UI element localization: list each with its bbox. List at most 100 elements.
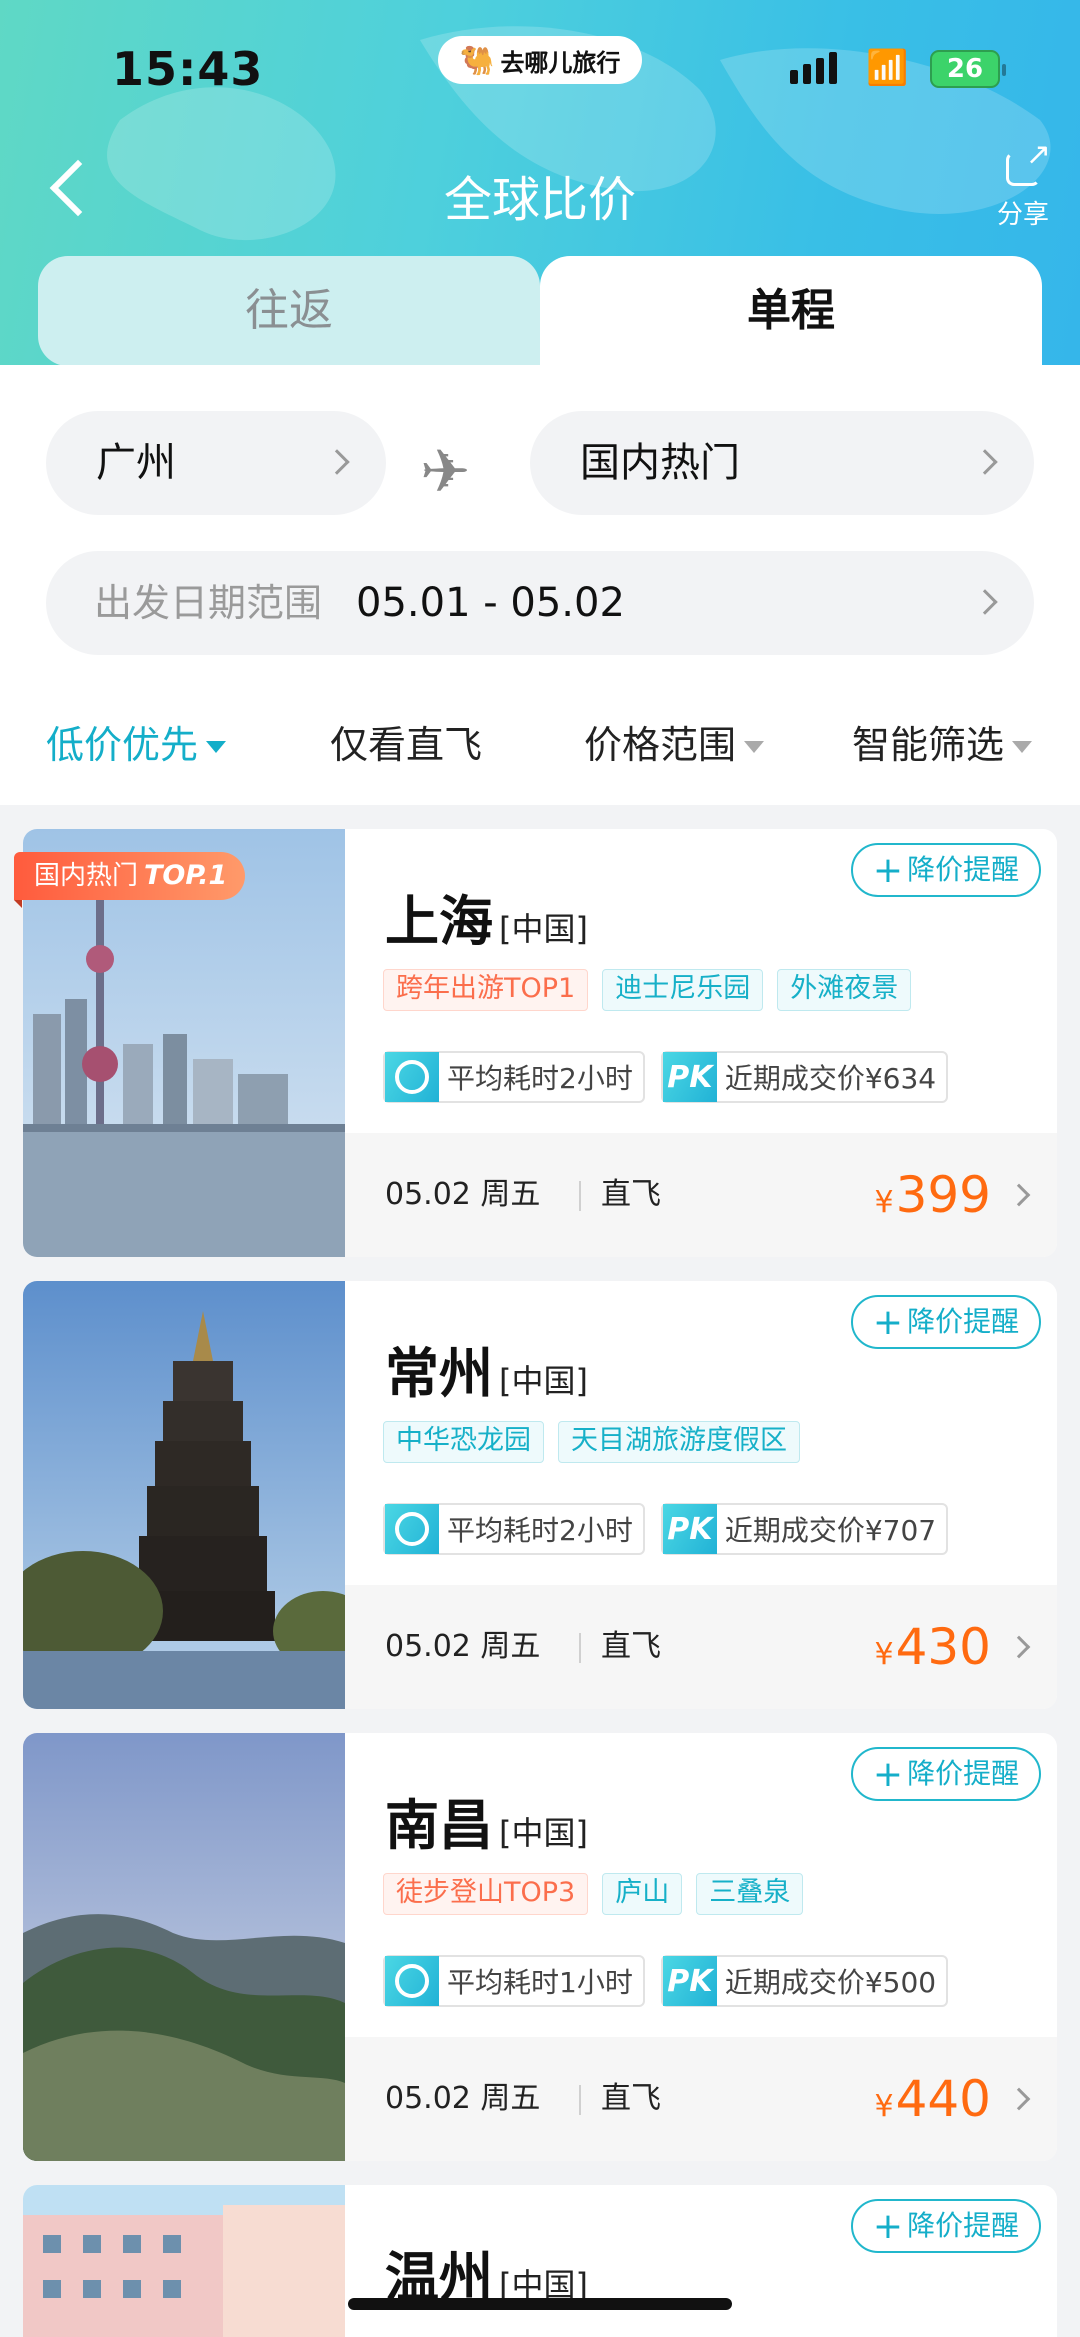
avg-duration-text: 平均耗时1小时 <box>447 1966 633 1999</box>
pk-icon: PK <box>662 1504 717 1554</box>
flight-summary[interactable]: 05.02 周五 直飞 ¥440 <box>345 2037 1057 2161</box>
share-button[interactable]: 分享 <box>990 137 1056 231</box>
tag: 中华恐龙园 <box>383 1421 544 1463</box>
chevron-right-icon <box>324 449 350 475</box>
recent-price-text: 近期成交价¥707 <box>724 1514 937 1547</box>
destination-selector[interactable]: 国内热门 <box>530 411 1034 515</box>
price-alert-button[interactable]: + 降价提醒 <box>851 1295 1041 1349</box>
tag-list: 跨年出游TOP1 迪士尼乐园 外滩夜景 <box>383 969 912 1011</box>
flight-summary[interactable]: 05.02 周五 直飞 ¥399 <box>345 1133 1057 1257</box>
cellular-signal-icon <box>790 52 837 84</box>
divider <box>579 2085 581 2115</box>
pk-icon: PK <box>662 1052 717 1102</box>
plus-icon: + <box>872 850 904 891</box>
tag: 跨年出游TOP1 <box>383 969 589 1011</box>
tag: 迪士尼乐园 <box>602 969 764 1011</box>
price-alert-button[interactable]: + 降价提醒 <box>851 843 1041 897</box>
result-info: 温州 [中国] + 降价提醒 <box>345 2185 1057 2337</box>
clock-icon <box>385 1052 439 1102</box>
page-title: 全球比价 <box>443 172 636 228</box>
plus-icon: + <box>872 1754 904 1795</box>
clock-icon <box>385 1956 439 2006</box>
flight-date: 05.02 周五 <box>385 1629 541 1664</box>
destination-photo <box>23 1733 345 2161</box>
status-bar: 15:43 🐫 去哪儿旅行 📶 26 <box>0 0 1080 140</box>
tag-list: 徒步登山TOP3 庐山 三叠泉 <box>383 1873 804 1915</box>
currency: ¥ <box>874 1637 894 1672</box>
date-range-selector[interactable]: 出发日期范围 05.01 - 05.02 <box>46 551 1034 655</box>
date-range-value: 05.01 - 05.02 <box>356 580 625 626</box>
filter-smart[interactable]: 智能筛选 <box>852 695 1033 795</box>
chevron-right-icon <box>1007 1183 1031 1207</box>
price-value: 399 <box>895 1166 991 1224</box>
recent-price-text: 近期成交价¥500 <box>724 1966 937 1999</box>
top-rank-badge: 国内热门 TOP.1 <box>14 852 246 908</box>
wifi-icon: 📶 <box>866 48 909 88</box>
brand-pill: 🐫 去哪儿旅行 <box>438 36 642 84</box>
date-range-label: 出发日期范围 <box>94 581 323 625</box>
header-hero: 15:43 🐫 去哪儿旅行 📶 26 全球比价 分享 往返 单程 <box>0 0 1080 365</box>
price-alert-button[interactable]: + 降价提醒 <box>851 1747 1041 1801</box>
tag: 徒步登山TOP3 <box>383 1873 589 1915</box>
tag: 庐山 <box>602 1873 683 1915</box>
airplane-icon: ✈ <box>420 437 471 507</box>
destination: 国内热门 <box>580 440 740 486</box>
tag: 天目湖旅游度假区 <box>558 1421 800 1463</box>
avg-duration: 平均耗时1小时 <box>383 1955 645 2007</box>
currency: ¥ <box>874 1185 894 1220</box>
flight-date: 05.02 周五 <box>385 2081 541 2116</box>
flight-date: 05.02 周五 <box>385 1177 541 1212</box>
filter-direct-only[interactable]: 仅看直飞 <box>330 695 482 795</box>
price-alert-label: 降价提醒 <box>907 1305 1020 1338</box>
price-value: 430 <box>895 1618 991 1676</box>
flight-type: 直飞 <box>601 2081 661 2116</box>
status-time: 15:43 <box>112 42 264 96</box>
filter-bar: 低价优先 仅看直飞 价格范围 智能筛选 <box>0 695 1080 795</box>
city-name: 南昌 <box>385 1794 493 1857</box>
flight-summary[interactable]: 05.02 周五 直飞 ¥430 <box>345 1585 1057 1709</box>
result-card[interactable]: 常州 [中国] + 降价提醒 中华恐龙园 天目湖旅游度假区 平均耗时2小时 PK 近期… <box>23 1281 1057 1709</box>
share-label: 分享 <box>996 200 1049 230</box>
price-alert-button[interactable]: + 降价提醒 <box>851 2199 1041 2253</box>
tab-round-trip[interactable]: 往返 <box>38 256 540 365</box>
price-value: 440 <box>895 2070 991 2128</box>
divider <box>579 1633 581 1663</box>
currency: ¥ <box>874 2089 894 2124</box>
filter-low-price-first[interactable]: 低价优先 <box>46 695 227 795</box>
chevron-right-icon <box>1007 2087 1031 2111</box>
price-alert-label: 降价提醒 <box>907 1757 1020 1790</box>
departure-city-selector[interactable]: 广州 <box>46 411 386 515</box>
metrics: 平均耗时2小时 PK 近期成交价¥707 <box>383 1503 949 1555</box>
departure-city: 广州 <box>96 440 176 486</box>
metrics: 平均耗时1小时 PK 近期成交价¥500 <box>383 1955 949 2007</box>
caret-down-icon <box>1012 741 1033 753</box>
avg-duration: 平均耗时2小时 <box>383 1503 645 1555</box>
tab-one-way[interactable]: 单程 <box>540 256 1042 365</box>
filter-price-range[interactable]: 价格范围 <box>584 695 765 795</box>
avg-duration: 平均耗时2小时 <box>383 1051 645 1103</box>
price: ¥430 <box>874 1585 991 1709</box>
result-card[interactable]: 温州 [中国] + 降价提醒 <box>23 2185 1057 2337</box>
pk-icon: PK <box>662 1956 717 2006</box>
result-info: 南昌 [中国] + 降价提醒 徒步登山TOP3 庐山 三叠泉 平均耗时1小时 PK 近… <box>345 1733 1057 2037</box>
chevron-right-icon <box>1007 1635 1031 1659</box>
destination-city: 常州 [中国] <box>385 1329 588 1408</box>
city-name: 常州 <box>385 1342 493 1405</box>
tag: 三叠泉 <box>696 1873 804 1915</box>
filter-label: 价格范围 <box>584 723 737 767</box>
avg-duration-text: 平均耗时2小时 <box>447 1062 633 1095</box>
filter-label: 低价优先 <box>46 723 199 767</box>
metrics: 平均耗时2小时 PK 近期成交价¥634 <box>383 1051 949 1103</box>
city-name: 上海 <box>385 890 493 953</box>
country-name: [中国] <box>499 1362 588 1400</box>
tag: 外滩夜景 <box>777 969 912 1011</box>
badge-rank: TOP.1 <box>144 860 228 891</box>
recent-price: PK 近期成交价¥707 <box>660 1503 949 1555</box>
search-form: 广州 ✈ 国内热门 出发日期范围 05.01 - 05.02 低价优先 仅看直飞… <box>0 365 1080 805</box>
destination-photo <box>23 1281 345 1709</box>
battery-icon: 26 <box>930 50 1006 88</box>
plus-icon: + <box>872 2206 904 2247</box>
result-card[interactable]: 南昌 [中国] + 降价提醒 徒步登山TOP3 庐山 三叠泉 平均耗时1小时 PK 近… <box>23 1733 1057 2161</box>
country-name: [中国] <box>499 910 588 948</box>
home-indicator[interactable] <box>348 2298 732 2310</box>
